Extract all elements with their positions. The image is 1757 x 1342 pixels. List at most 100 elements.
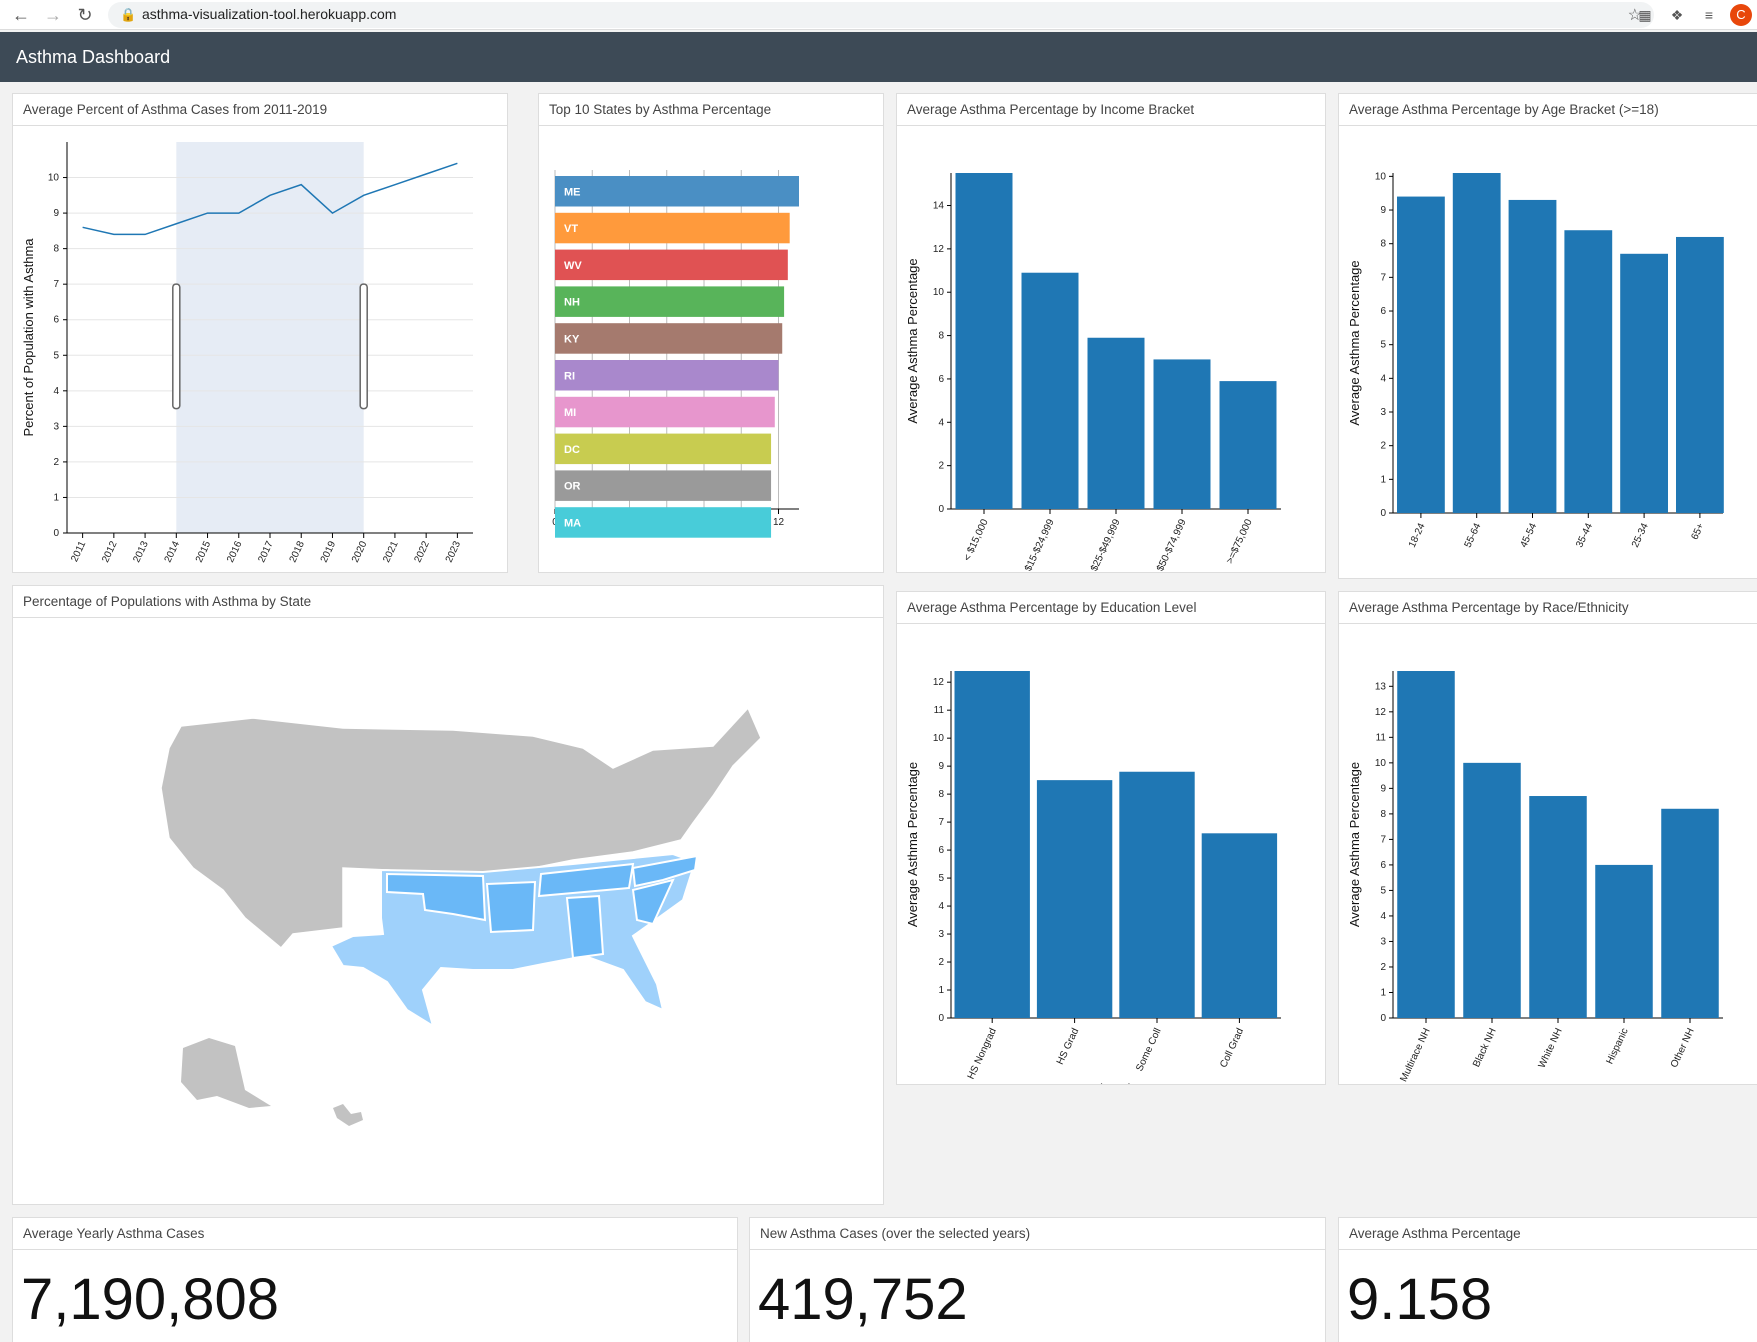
race-chart: 012345678910111213Multirace NH Black NH Wh… [1347, 671, 1723, 1084]
trend-y-tick-label: 8 [53, 244, 59, 255]
income-x-tick-label: $50-$74,999 [1155, 517, 1189, 573]
income-y-tick-label: 6 [938, 374, 944, 385]
age-title: Average Asthma Percentage by Age Bracket… [1339, 94, 1757, 126]
race-y-tick-label: 13 [1375, 681, 1387, 692]
app-header: Asthma Dashboard [0, 32, 1757, 82]
race-y-tick-label: 4 [1380, 911, 1386, 922]
age-y-tick-label: 8 [1380, 239, 1386, 250]
trend-brush-handle[interactable] [359, 283, 368, 410]
age-x-tick-label: 35-44 [1574, 521, 1595, 549]
race-bar [1529, 796, 1587, 1018]
top-states-bar [555, 470, 772, 501]
age-chart: 0 1 2 3 4 5 6 7 8 9 10 18-24 55-64 45-54 35-44 25-34 65+… [1347, 171, 1724, 579]
age-x-tick-label: 65+ [1689, 521, 1706, 541]
age-bar [1452, 173, 1501, 513]
trend-x-tick-label: 2023 [444, 539, 464, 564]
income-x-tick-label: < $15,000 [962, 517, 991, 563]
trend-chart[interactable]: 0 1 2 3 4 5 6 7 8 9 10 2011 2012 2013 2014 2015 2016 2017… [13, 126, 508, 573]
trend-y-tick-label: 9 [53, 208, 59, 219]
trend-x-tick-label: 2016 [225, 539, 245, 564]
income-y-tick-label: 8 [938, 331, 944, 342]
race-y-axis-label: Average Asthma Percentage [1347, 762, 1362, 927]
map-hawaii[interactable] [333, 1104, 363, 1126]
age-bar [1397, 196, 1445, 513]
profile-avatar[interactable]: C [1730, 4, 1752, 26]
trend-y-tick-label: 1 [53, 492, 59, 503]
trend-brush-selection [176, 142, 364, 533]
top-states-bar-label: NH [564, 297, 580, 309]
education-y-tick-label: 2 [938, 957, 944, 968]
education-y-tick-label: 11 [934, 705, 945, 716]
race-y-tick-label: 9 [1380, 783, 1386, 794]
age-y-tick-label: 10 [1375, 171, 1387, 182]
age-bar [1564, 230, 1613, 513]
top-states-bar [555, 212, 790, 244]
forward-icon[interactable]: → [42, 4, 64, 26]
top-states-bar [555, 249, 788, 281]
age-x-tick-label: 55-64 [1463, 521, 1484, 549]
top-states-bar-label: VT [564, 223, 578, 235]
reading-list-icon[interactable]: ≡ [1700, 6, 1718, 24]
race-y-tick-label: 6 [1380, 860, 1386, 871]
lock-icon: 🔒 [120, 7, 137, 22]
race-title: Average Asthma Percentage by Race/Ethnic… [1339, 592, 1757, 624]
education-x-tick-label: Some Coll [1134, 1027, 1163, 1073]
age-bar [1508, 199, 1557, 513]
map-medium-state-ar[interactable] [485, 880, 537, 934]
top-states-x-tick-label: 12 [773, 517, 785, 528]
race-bar [1661, 808, 1719, 1018]
trend-x-tick-label: 2015 [194, 539, 214, 564]
income-y-tick-label: 10 [933, 287, 945, 298]
education-y-tick-label: 4 [938, 901, 944, 912]
trend-brush-handle[interactable] [172, 283, 181, 410]
education-bar [1036, 780, 1113, 1018]
education-x-tick-label: HS Nongrad [966, 1027, 999, 1082]
income-bar [1087, 337, 1145, 509]
map-title: Percentage of Populations with Asthma by… [13, 586, 883, 618]
top-states-bar [555, 396, 775, 428]
income-y-axis-label: Average Asthma Percentage [905, 258, 920, 423]
age-x-tick-label: 18-24 [1407, 521, 1428, 549]
trend-x-tick-label: 2020 [350, 539, 370, 564]
education-y-tick-label: 3 [938, 929, 944, 940]
income-card: Average Asthma Percentage by Income Brac… [896, 93, 1326, 573]
race-y-tick-label: 12 [1375, 707, 1387, 718]
top-states-bar-label: ME [564, 186, 581, 198]
stat-card-new-cases: New Asthma Cases (over the selected year… [749, 1217, 1326, 1342]
income-x-tick-label: >=$75,000 [1225, 517, 1255, 565]
stat-card-yearly-cases: Average Yearly Asthma Cases 7,190,808 [12, 1217, 738, 1342]
top-states-bar-label: RI [564, 370, 575, 382]
reload-icon[interactable]: ↻ [74, 4, 96, 26]
education-y-tick-label: 5 [938, 873, 944, 884]
map-contiguous-states[interactable] [160, 706, 762, 1029]
education-y-axis-label: Average Asthma Percentage [905, 762, 920, 927]
race-bar [1463, 762, 1521, 1018]
address-bar[interactable]: 🔒 asthma-visualization-tool.herokuapp.co… [108, 2, 1654, 28]
income-title: Average Asthma Percentage by Income Brac… [897, 94, 1325, 126]
income-y-tick-label: 12 [933, 244, 945, 255]
us-map[interactable] [13, 618, 884, 1205]
age-y-tick-label: 3 [1380, 407, 1386, 418]
trend-y-tick-label: 10 [48, 173, 60, 184]
map-medium-state-al[interactable] [565, 894, 605, 960]
race-y-tick-label: 10 [1375, 758, 1387, 769]
age-y-axis-label: Average Asthma Percentage [1347, 260, 1362, 425]
extension-icon[interactable]: ▦ [1636, 6, 1654, 24]
trend-x-tick-label: 2014 [163, 539, 183, 564]
income-bar [1153, 359, 1211, 509]
back-icon[interactable]: ← [10, 4, 32, 26]
education-x-tick-label: HS Grad [1055, 1027, 1081, 1067]
race-x-tick-label: Other NH [1669, 1027, 1697, 1070]
age-y-tick-label: 5 [1380, 340, 1386, 351]
map-alaska[interactable] [181, 1038, 271, 1108]
education-y-tick-label: 10 [933, 733, 945, 744]
age-y-tick-label: 6 [1380, 306, 1386, 317]
education-card: Average Asthma Percentage by Education L… [896, 591, 1326, 1085]
puzzle-icon[interactable]: ❖ [1668, 6, 1686, 24]
age-x-axis-label: Age [1546, 576, 1569, 579]
education-y-tick-label: 0 [938, 1013, 944, 1024]
trend-x-tick-label: 2017 [256, 539, 276, 564]
race-x-tick-label: Multirace NH [1398, 1027, 1432, 1084]
top-states-bar [555, 433, 772, 465]
stat-card-avg-percentage: Average Asthma Percentage 9.158 [1338, 1217, 1757, 1342]
